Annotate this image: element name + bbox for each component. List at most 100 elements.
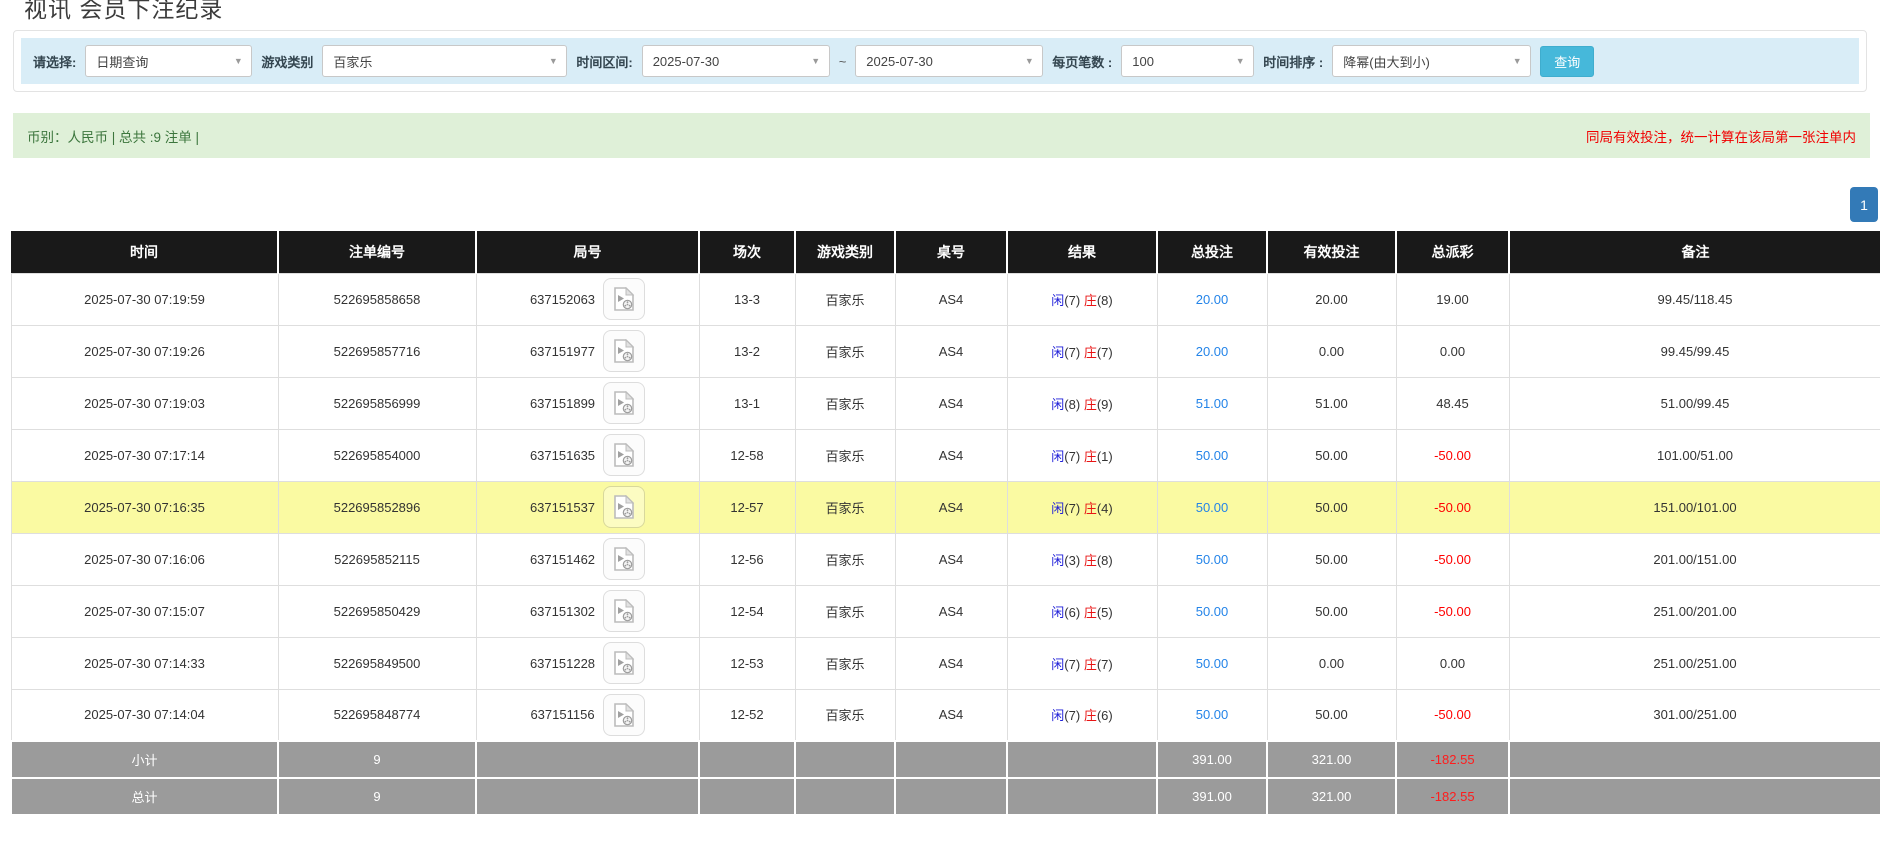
valid-bet-cell: 51.00 <box>1266 376 1397 430</box>
total-bet-link[interactable]: 51.00 <box>1196 396 1229 411</box>
video-replay-button[interactable] <box>603 278 646 320</box>
player-result: 闲 <box>1051 552 1065 568</box>
banker-score: (4) <box>1096 500 1113 516</box>
column-header-3: 局号 <box>475 231 699 273</box>
video-replay-button[interactable] <box>603 330 646 372</box>
summary-label-cell: 总计 <box>10 777 279 816</box>
table-no-cell: AS4 <box>894 272 1008 326</box>
session-cell: 12-58 <box>698 428 796 482</box>
total-bet-link[interactable]: 50.00 <box>1196 707 1229 722</box>
column-header-11: 备注 <box>1508 231 1880 273</box>
banker-result: 庄 <box>1083 552 1097 568</box>
time-cell: 2025-07-30 07:17:14 <box>10 428 279 482</box>
game-type-cell: 百家乐 <box>794 324 896 378</box>
page-size-label: 每页笔数 : <box>1052 54 1113 70</box>
summary-empty-cell <box>1006 777 1158 816</box>
page-size-value: 100 <box>1132 53 1154 69</box>
summary-valid-bet-cell: 321.00 <box>1266 777 1397 816</box>
remark-cell: 101.00/51.00 <box>1508 428 1880 482</box>
total-bet-link[interactable]: 50.00 <box>1196 448 1229 463</box>
grand-total-row: 总计 9 391.00 321.00 -182.55 <box>10 777 1880 816</box>
banker-score: (5) <box>1096 604 1113 620</box>
banker-result: 庄 <box>1083 656 1097 672</box>
video-replay-button[interactable] <box>603 434 646 476</box>
round-cell: 637151228 <box>475 636 700 690</box>
summary-empty-cell <box>894 777 1008 816</box>
player-score: (3) <box>1064 552 1081 568</box>
video-file-icon <box>614 391 635 415</box>
result-cell: 闲(7) 庄(1) <box>1006 428 1158 482</box>
bet-id-cell: 522695852115 <box>277 532 477 586</box>
summary-total-bet-cell: 391.00 <box>1156 740 1268 779</box>
summary-count-cell: 9 <box>277 777 477 816</box>
bet-id-cell: 522695850429 <box>277 584 477 638</box>
total-bet-link[interactable]: 50.00 <box>1196 500 1229 515</box>
table-header-row: 时间 注单编号 局号 场次 游戏类别 桌号 结果 总投注 有效投注 总派彩 备注 <box>11 231 1880 273</box>
total-bet-cell: 50.00 <box>1156 480 1268 534</box>
table-row: 2025-07-30 07:19:59 522695858658 637152063… <box>10 272 1880 326</box>
video-replay-button[interactable] <box>603 382 646 424</box>
total-bet-cell: 50.00 <box>1156 428 1268 482</box>
video-replay-button[interactable] <box>603 486 646 528</box>
total-bet-link[interactable]: 20.00 <box>1196 344 1229 359</box>
round-cell: 637151156 <box>475 688 700 742</box>
sort-order-select[interactable]: 降幂(由大到小) ▼ <box>1332 45 1532 77</box>
round-cell-inner: 637151537 <box>477 486 699 528</box>
time-cell: 2025-07-30 07:14:33 <box>10 636 279 690</box>
bet-id-cell: 522695848774 <box>277 688 477 742</box>
date-to-value: 2025-07-30 <box>866 53 933 69</box>
banker-score: (8) <box>1096 552 1113 568</box>
total-bet-link[interactable]: 20.00 <box>1196 292 1229 307</box>
player-score: (7) <box>1064 344 1081 360</box>
page-size-select[interactable]: 100 ▼ <box>1121 45 1255 77</box>
date-from-input[interactable]: 2025-07-30 ▼ <box>641 45 830 77</box>
round-id: 637151228 <box>529 655 596 671</box>
player-result: 闲 <box>1051 604 1065 620</box>
player-score: (7) <box>1064 448 1081 464</box>
round-cell-inner: 637151899 <box>477 382 699 424</box>
remark-cell: 251.00/251.00 <box>1508 636 1880 690</box>
search-button[interactable]: 查询 <box>1540 45 1595 77</box>
date-to-input[interactable]: 2025-07-30 ▼ <box>855 45 1044 77</box>
video-replay-button[interactable] <box>602 693 645 736</box>
valid-bet-cell: 50.00 <box>1266 428 1397 482</box>
session-cell: 12-57 <box>698 480 796 534</box>
round-cell: 637151635 <box>475 428 700 482</box>
round-cell: 637151537 <box>475 480 700 534</box>
table-row: 2025-07-30 07:16:06 522695852115 637151462… <box>10 532 1880 586</box>
round-cell: 637151977 <box>475 324 700 378</box>
result-cell: 闲(8) 庄(9) <box>1006 376 1158 430</box>
total-bet-link[interactable]: 50.00 <box>1196 604 1229 619</box>
video-file-icon <box>614 287 635 311</box>
column-header-4: 场次 <box>698 231 795 273</box>
game-type-cell: 百家乐 <box>794 376 896 430</box>
valid-bet-cell: 50.00 <box>1266 532 1397 586</box>
column-header-1: 时间 <box>11 231 278 273</box>
video-replay-button[interactable] <box>603 590 646 632</box>
time-cell: 2025-07-30 07:19:26 <box>10 324 279 378</box>
bet-id-cell: 522695854000 <box>277 428 477 482</box>
total-bet-link[interactable]: 50.00 <box>1196 656 1229 671</box>
video-replay-button[interactable] <box>603 538 646 580</box>
total-bet-link[interactable]: 50.00 <box>1196 552 1229 567</box>
query-type-value: 日期查询 <box>96 54 149 70</box>
query-type-select[interactable]: 日期查询 ▼ <box>85 45 253 77</box>
table-no-cell: AS4 <box>894 584 1008 638</box>
time-cell: 2025-07-30 07:14:04 <box>10 688 279 742</box>
player-score: (7) <box>1064 708 1081 724</box>
banker-score: (7) <box>1096 344 1113 360</box>
video-replay-button[interactable] <box>603 642 646 684</box>
banker-score: (1) <box>1096 448 1113 464</box>
date-range-label: 时间区间: <box>576 54 633 70</box>
result-cell: 闲(7) 庄(7) <box>1006 324 1158 378</box>
video-file-icon <box>614 339 635 363</box>
pagination-page-1[interactable]: 1 <box>1850 187 1878 222</box>
valid-bet-cell: 0.00 <box>1266 324 1397 378</box>
banker-result: 庄 <box>1083 708 1097 724</box>
banker-result: 庄 <box>1083 604 1097 620</box>
session-cell: 12-53 <box>698 636 796 690</box>
column-header-5: 游戏类别 <box>794 231 895 273</box>
round-id: 637151635 <box>529 447 596 463</box>
game-type-select[interactable]: 百家乐 ▼ <box>322 45 568 77</box>
video-file-icon <box>614 495 635 519</box>
